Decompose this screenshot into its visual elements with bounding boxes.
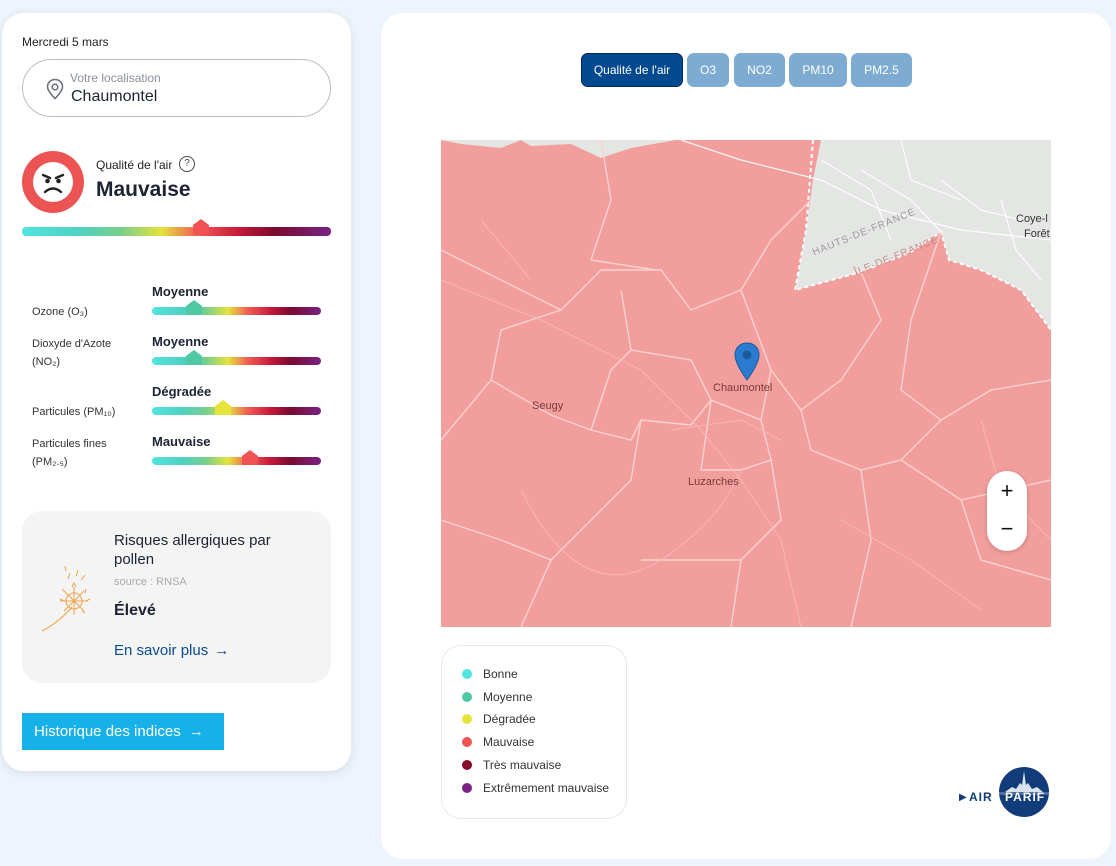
tab-pm10[interactable]: PM10 xyxy=(789,53,847,87)
air-quality-map[interactable]: Coye-l Forêt HAUTS-DE-FRANCE ÎLE-DE-FRAN… xyxy=(441,140,1051,627)
pollutant-value: Dégradée xyxy=(152,384,212,399)
pollutant-value: Moyenne xyxy=(152,334,209,349)
pollutant-level-marker xyxy=(214,400,231,415)
pollutant-label: Particules (PM₁₀) xyxy=(32,406,116,418)
map-label-coye: Coye-l xyxy=(1016,213,1048,225)
tab-pm25[interactable]: PM2.5 xyxy=(851,53,912,87)
logo-text-air: AIR xyxy=(969,790,993,804)
pollutant-scale-bar xyxy=(152,457,321,465)
legend-dot xyxy=(462,783,472,793)
tab-o3[interactable]: O3 xyxy=(687,53,729,87)
pollen-source: source : RNSA xyxy=(114,576,187,588)
pollutant-label: Ozone (O₃) xyxy=(32,306,88,318)
air-quality-value: Mauvaise xyxy=(96,178,191,201)
airparif-arrow-icon: ▶ xyxy=(959,792,967,803)
pollutant-level-marker xyxy=(186,300,203,315)
location-pin-icon xyxy=(46,78,64,100)
map-label-foret: Forêt xyxy=(1024,228,1050,240)
location-label: Votre localisation xyxy=(70,71,161,85)
legend-dot xyxy=(462,692,472,702)
air-quality-title: Qualité de l'air xyxy=(96,158,173,172)
pollutant-value: Mauvaise xyxy=(152,434,211,449)
location-value[interactable]: Chaumontel xyxy=(71,88,157,106)
pollutant-level-marker xyxy=(186,350,203,365)
legend-label: Moyenne xyxy=(483,690,533,704)
map-label-luzarches: Luzarches xyxy=(688,476,739,488)
pollutant-label: Particules fines (PM₂.₅) xyxy=(32,438,107,468)
dandelion-icon xyxy=(41,565,91,632)
zoom-control: + − xyxy=(987,471,1027,551)
history-button-label: Historique des indices xyxy=(34,723,181,740)
zoom-in-button[interactable]: + xyxy=(987,471,1027,511)
arrow-right-icon: → xyxy=(214,642,230,659)
pollutant-value: Moyenne xyxy=(152,284,209,299)
learn-more-label: En savoir plus xyxy=(114,642,209,659)
tab-no2[interactable]: NO2 xyxy=(734,53,785,87)
air-quality-panel: Mercredi 5 mars Votre localisation Chaum… xyxy=(2,13,351,771)
map-marker-icon[interactable] xyxy=(734,342,760,382)
legend-dot xyxy=(462,714,472,724)
pollutant-label: Dioxyde d'Azote (NO₂) xyxy=(32,338,112,368)
map-legend: Bonne Moyenne Dégradée Mauvaise Très mau… xyxy=(441,645,627,819)
airparif-logo: ▶ AIR PARIF xyxy=(959,765,1051,819)
pollen-level: Élevé xyxy=(114,602,156,619)
legend-label: Bonne xyxy=(483,667,518,681)
pollutant-level-marker xyxy=(242,450,259,465)
logo-text-parif: PARIF xyxy=(1005,790,1046,804)
current-date: Mercredi 5 mars xyxy=(22,35,109,49)
arrow-right-icon: → xyxy=(188,723,204,740)
angry-face-icon xyxy=(22,151,84,213)
tab-air-quality[interactable]: Qualité de l'air xyxy=(581,53,683,87)
pollutant-scale-bar xyxy=(152,307,321,315)
pollen-title: Risques allergiques par pollen xyxy=(114,532,271,568)
pollutant-scale-bar xyxy=(152,357,321,365)
help-circle-icon[interactable]: ? xyxy=(179,156,195,172)
map-panel: Qualité de l'air O3 NO2 PM10 PM2.5 Coye-… xyxy=(381,13,1111,859)
legend-label: Très mauvaise xyxy=(483,758,562,772)
history-button[interactable]: Historique des indices → xyxy=(22,713,224,750)
learn-more-link[interactable]: En savoir plus → xyxy=(114,642,229,659)
location-search-field[interactable]: Votre localisation Chaumontel xyxy=(22,59,331,117)
map-label-chaumontel: Chaumontel xyxy=(713,382,773,394)
air-quality-level-marker xyxy=(193,219,210,234)
map-label-seugy: Seugy xyxy=(532,400,564,412)
legend-label: Mauvaise xyxy=(483,735,535,749)
legend-label: Extrêmement mauvaise xyxy=(483,781,610,795)
legend-dot xyxy=(462,669,472,679)
legend-label: Dégradée xyxy=(483,712,536,726)
zoom-out-button[interactable]: − xyxy=(987,509,1027,549)
air-quality-scale-bar xyxy=(22,227,331,236)
legend-dot xyxy=(462,737,472,747)
pollen-risk-card: Risques allergiques par pollen source : … xyxy=(22,511,331,683)
pollutant-scale-bar xyxy=(152,407,321,415)
legend-dot xyxy=(462,760,472,770)
